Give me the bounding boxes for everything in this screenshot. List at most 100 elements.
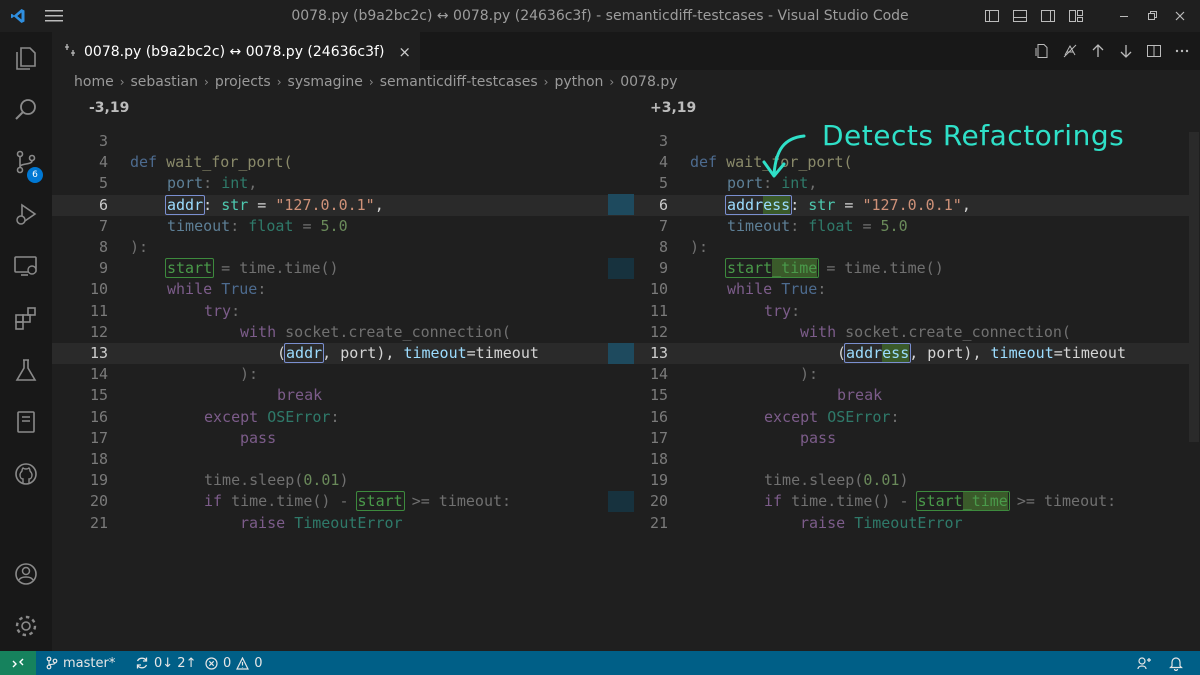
type: str bbox=[221, 195, 249, 214]
punct: ) bbox=[339, 471, 349, 490]
code-line: 5 port: int, bbox=[52, 173, 634, 194]
code-line: 20 if time.time() - start >= timeout: bbox=[52, 491, 634, 512]
renamed-var-new[interactable]: start_time bbox=[915, 491, 1010, 512]
line-number: 19 bbox=[89, 471, 108, 490]
line-number: 5 bbox=[658, 174, 668, 193]
previous-change-icon[interactable] bbox=[1088, 41, 1108, 61]
code-line-changed: 6 addr: str = "127.0.0.1", bbox=[52, 194, 634, 216]
toggle-whitespace-icon[interactable] bbox=[1060, 41, 1080, 61]
sync-counts: 0↓ 2↑ bbox=[154, 655, 197, 671]
notebook-icon[interactable] bbox=[0, 398, 52, 446]
source-control-icon[interactable]: 6 bbox=[0, 138, 52, 186]
close-tab-icon[interactable]: × bbox=[398, 43, 411, 61]
left-diff-pane[interactable]: 3 4 def wait_for_port( 5 port: int, 6 addr:… bbox=[52, 131, 634, 561]
remote-indicator-icon[interactable] bbox=[0, 651, 36, 675]
punct: = bbox=[835, 195, 863, 214]
code-line: 12 with socket.create_connection( bbox=[52, 322, 634, 343]
line-number: 21 bbox=[89, 513, 108, 532]
breadcrumb-repo[interactable]: semanticdiff-testcases bbox=[380, 74, 538, 90]
split-editor-icon[interactable] bbox=[1144, 41, 1164, 61]
next-change-icon[interactable] bbox=[1116, 41, 1136, 61]
renamed-var-new[interactable]: address bbox=[844, 343, 912, 363]
vertical-scrollbar[interactable] bbox=[1189, 132, 1199, 442]
var-unchanged-part: start bbox=[917, 492, 963, 511]
breadcrumb-file[interactable]: 0078.py bbox=[620, 74, 677, 90]
keyword: raise bbox=[240, 513, 286, 532]
renamed-var-old[interactable]: start bbox=[355, 491, 405, 512]
type: int bbox=[221, 174, 249, 193]
code-line: 7 timeout: float = 5.0 bbox=[634, 216, 1190, 237]
search-icon[interactable] bbox=[0, 86, 52, 134]
toggle-secondary-sidebar-icon[interactable] bbox=[1038, 6, 1058, 26]
chevron-right-icon: › bbox=[119, 75, 125, 89]
annotation-label: Detects Refactorings bbox=[822, 119, 1125, 152]
explorer-icon[interactable] bbox=[0, 34, 52, 82]
breadcrumb-sysmagine[interactable]: sysmagine bbox=[288, 74, 363, 90]
code-line-changed: 13 (address, port), timeout=timeout bbox=[634, 343, 1190, 365]
breadcrumb-sebastian[interactable]: sebastian bbox=[131, 74, 199, 90]
breadcrumb-python[interactable]: python bbox=[554, 74, 603, 90]
notifications-bell-icon[interactable] bbox=[1169, 651, 1183, 675]
renamed-var-old[interactable]: addr bbox=[284, 343, 325, 363]
line-number: 6 bbox=[658, 195, 668, 214]
param: port bbox=[167, 174, 204, 193]
line-number: 18 bbox=[649, 450, 668, 468]
code-text: time.time() - bbox=[782, 492, 918, 511]
code-line: 8): bbox=[634, 237, 1190, 258]
code-text: , port), bbox=[322, 344, 404, 362]
code-line: 14): bbox=[52, 364, 634, 385]
code-line: 20 if time.time() - start_time >= timeout… bbox=[634, 491, 1190, 512]
punct: , bbox=[248, 174, 258, 193]
code-line: 18 bbox=[52, 449, 634, 470]
code-line: 11 try: bbox=[634, 301, 1190, 322]
renamed-var-new[interactable]: start_time bbox=[725, 258, 820, 279]
punct: : bbox=[203, 174, 213, 193]
var-unchanged-part: addr bbox=[727, 195, 764, 214]
left-hunk-header: -3,19 bbox=[89, 100, 130, 116]
keyword: while bbox=[727, 280, 773, 299]
feedback-icon[interactable] bbox=[1137, 651, 1152, 675]
problems-status[interactable]: 0 0 bbox=[205, 651, 263, 675]
error-icon bbox=[205, 656, 218, 670]
branch-status[interactable]: master* bbox=[46, 651, 115, 675]
code-text: socket.create_connection( bbox=[845, 322, 1071, 341]
github-icon[interactable] bbox=[0, 450, 52, 498]
more-actions-icon[interactable] bbox=[1172, 41, 1192, 61]
line-number: 4 bbox=[98, 153, 108, 172]
var-unchanged-part: start bbox=[727, 259, 773, 278]
hamburger-menu-icon[interactable] bbox=[36, 0, 72, 32]
toggle-primary-sidebar-icon[interactable] bbox=[982, 6, 1002, 26]
toggle-panel-icon[interactable] bbox=[1010, 6, 1030, 26]
close-window-icon[interactable] bbox=[1170, 6, 1190, 26]
var-inserted-part: ess bbox=[882, 344, 910, 362]
code-line: 15 break bbox=[634, 385, 1190, 406]
customize-layout-icon[interactable] bbox=[1066, 6, 1086, 26]
renamed-var-old[interactable]: start bbox=[165, 258, 215, 279]
remote-explorer-icon[interactable] bbox=[0, 242, 52, 290]
line-number: 3 bbox=[658, 132, 668, 150]
open-file-icon[interactable] bbox=[1032, 41, 1052, 61]
renamed-var-new[interactable]: address bbox=[725, 194, 793, 215]
breadcrumb-projects[interactable]: projects bbox=[215, 74, 271, 90]
diff-tab[interactable]: 0078.py (b9a2bc2c) ↔ 0078.py (24636c3f) … bbox=[52, 32, 420, 70]
code-line: 4 def wait_for_port( bbox=[634, 152, 1190, 173]
breadcrumb-home[interactable]: home bbox=[74, 74, 114, 90]
number: 0.01 bbox=[303, 471, 340, 490]
renamed-var-old[interactable]: addr bbox=[165, 194, 206, 215]
punct: : bbox=[791, 301, 801, 320]
extensions-icon[interactable] bbox=[0, 294, 52, 342]
sync-status[interactable]: 0↓ 2↑ bbox=[135, 651, 196, 675]
type: float bbox=[808, 216, 854, 235]
testing-flask-icon[interactable] bbox=[0, 346, 52, 394]
code-line: 14): bbox=[634, 364, 1190, 385]
code-line: 17 pass bbox=[52, 428, 634, 449]
accounts-icon[interactable] bbox=[0, 550, 52, 598]
minimize-icon[interactable] bbox=[1114, 6, 1134, 26]
punct: : bbox=[330, 407, 340, 426]
settings-gear-icon[interactable] bbox=[0, 602, 52, 650]
code-text: time.sleep( bbox=[204, 471, 304, 490]
vscode-logo-icon bbox=[0, 0, 36, 32]
restore-icon[interactable] bbox=[1142, 6, 1162, 26]
run-debug-icon[interactable] bbox=[0, 190, 52, 238]
right-diff-pane[interactable]: 3 4 def wait_for_port( 5 port: int, 6 addre… bbox=[634, 131, 1190, 561]
